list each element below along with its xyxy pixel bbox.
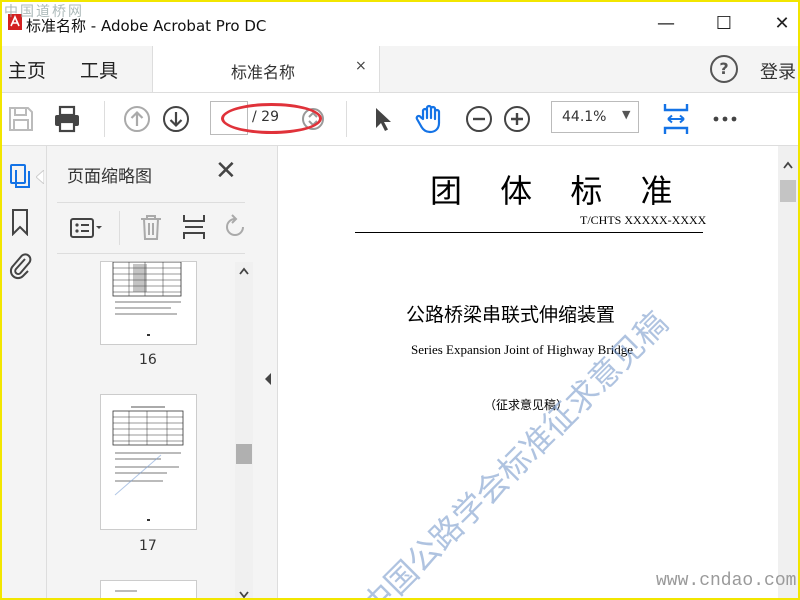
- close-tab-icon[interactable]: ×: [355, 58, 367, 74]
- left-navigation: [2, 146, 47, 598]
- login-button[interactable]: 登录: [760, 58, 796, 84]
- page-thumbnail-17[interactable]: [100, 394, 197, 530]
- attachment-icon[interactable]: [8, 250, 32, 280]
- close-window-button[interactable]: ✕: [762, 10, 798, 38]
- fit-page-icon[interactable]: [661, 102, 691, 136]
- document-scrollbar[interactable]: [778, 146, 798, 598]
- thumbnail-page-number: 17: [139, 538, 157, 554]
- panel-tool-separator: [119, 211, 120, 245]
- help-icon[interactable]: ?: [710, 55, 738, 83]
- thumbnail-page-number: 16: [139, 352, 157, 368]
- save-icon[interactable]: [6, 104, 36, 134]
- chevron-down-icon: ▼: [622, 108, 631, 121]
- bookmark-icon[interactable]: [10, 208, 30, 236]
- page-thumbnail-16[interactable]: [100, 261, 197, 345]
- panel-toolbar: [57, 202, 245, 254]
- toolbar-separator: [104, 101, 105, 137]
- thumbnail-options-icon[interactable]: [69, 215, 105, 241]
- title-bar: 中国道桥网 标准名称 - Adobe Acrobat Pro DC — ☐ ✕: [2, 2, 798, 46]
- collapse-arrow-icon[interactable]: [264, 372, 272, 386]
- page-count-highlight: [221, 103, 322, 134]
- hand-tool-icon[interactable]: [414, 103, 446, 135]
- select-cursor-icon[interactable]: [368, 104, 398, 134]
- document-standard-code: T/CHTS XXXXX-XXXX: [580, 213, 707, 227]
- acrobat-window: 中国道桥网 标准名称 - Adobe Acrobat Pro DC — ☐ ✕ …: [0, 0, 800, 600]
- panel-title: 页面缩略图: [67, 167, 152, 187]
- thumbnail-page-content: [115, 590, 137, 592]
- minimize-button[interactable]: —: [646, 10, 686, 38]
- rotate-page-icon[interactable]: [223, 213, 245, 241]
- thumbnail-scrollbar[interactable]: [235, 262, 253, 598]
- site-watermark: www.cndao.com: [656, 571, 797, 591]
- active-pointer-icon: [36, 170, 44, 184]
- document-rule: [355, 232, 703, 233]
- thumbnail-page-content: [112, 262, 182, 336]
- panel-collapse-handle[interactable]: [259, 146, 278, 598]
- menu-tools[interactable]: 工具: [80, 56, 118, 83]
- menu-home[interactable]: 主页: [8, 56, 46, 83]
- document-tab-label: 标准名称: [231, 63, 296, 82]
- print-icon[interactable]: [52, 104, 82, 134]
- toolbar-separator: [346, 101, 347, 137]
- panel-close-icon[interactable]: ✕: [215, 156, 237, 186]
- zoom-out-icon[interactable]: [464, 104, 494, 134]
- zoom-in-icon[interactable]: [502, 104, 532, 134]
- document-view[interactable]: [278, 146, 798, 598]
- scroll-up-icon[interactable]: [782, 160, 794, 170]
- scroll-up-icon[interactable]: [238, 266, 250, 276]
- thumbnail-panel: 页面缩略图 ✕ 16 17: [47, 146, 260, 598]
- insert-page-icon[interactable]: [181, 213, 207, 241]
- more-options-icon[interactable]: [710, 104, 740, 134]
- document-scroll-thumb[interactable]: [780, 180, 796, 202]
- document-tab[interactable]: 标准名称 ×: [152, 46, 380, 92]
- page-thumbnails-icon[interactable]: [8, 162, 34, 190]
- page-thumbnail-18[interactable]: [100, 580, 197, 598]
- window-title: 标准名称 - Adobe Acrobat Pro DC: [26, 17, 267, 35]
- maximize-button[interactable]: ☐: [704, 10, 744, 38]
- toolbar: / 29 44.1% ▼: [2, 93, 798, 146]
- delete-page-icon[interactable]: [139, 213, 163, 241]
- previous-page-icon[interactable]: [122, 104, 152, 134]
- zoom-select[interactable]: 44.1% ▼: [551, 101, 639, 133]
- next-page-icon[interactable]: [161, 104, 191, 134]
- menu-bar: 主页 工具 标准名称 × ? 登录: [2, 46, 798, 93]
- zoom-value: 44.1%: [562, 109, 607, 125]
- document-header-title: 团 体 标 准: [430, 172, 687, 210]
- document-title-chinese: 公路桥梁串联式伸缩装置: [406, 304, 616, 326]
- scroll-down-icon[interactable]: [238, 590, 250, 600]
- thumbnail-page-content: [112, 406, 184, 521]
- scroll-thumb[interactable]: [236, 444, 252, 464]
